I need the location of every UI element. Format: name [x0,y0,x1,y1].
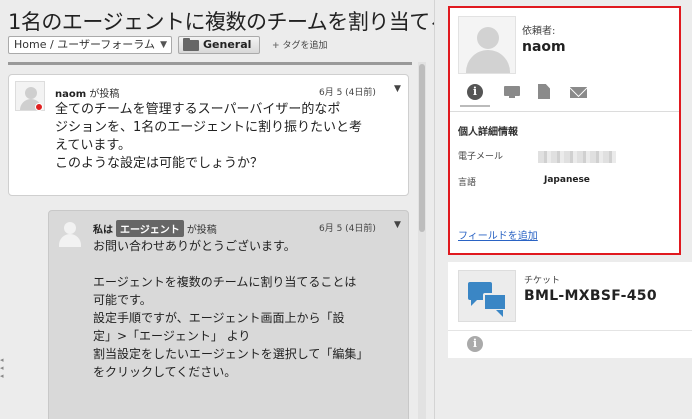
plus-icon: + [272,41,280,51]
post-customer: naom が投稿 6月 5 (4日前) ▼ 全てのチームを管理するスーパーバイザ… [8,74,409,196]
post-action: が投稿 [89,89,120,100]
avatar [55,217,85,247]
requester-card: 依頼者: naom i 個人詳細情報 電子メール 言語 Japanese フィー… [448,6,681,255]
post-agent: 私は エージェント が投稿 6月 5 (4日前) ▼ お問い合わせありがとうございま… [48,210,409,419]
post-line: このような設定は可能でしょうか？ [55,156,264,171]
active-tab-indicator [460,105,490,107]
post-line: お問い合わせありがとうございます。 [93,239,296,253]
requester-name[interactable]: naom [522,39,566,55]
language-label: 言語 [458,178,477,188]
add-tag-button[interactable]: + タグを追加 [272,38,328,51]
add-tag-label: タグを追加 [282,41,328,51]
ticket-card: チケット BML-MXBSF-450 i [448,262,692,358]
divider [448,330,692,331]
post-line [93,255,368,273]
conversation-pane: 1名のエージェントに複数のチームを割り当てる... Home / ユーザーフォー… [0,0,434,419]
info-icon[interactable]: i [467,84,483,100]
ticket-id[interactable]: BML-MXBSF-450 [524,288,657,304]
post-line: 定」>「エージェント」 より [93,329,251,343]
requester-label: 依頼者: [522,26,556,37]
requester-avatar [458,16,516,74]
post-author[interactable]: naom [55,89,86,100]
post-line: 設定手順ですが、エージェント画面上から「設 [93,311,345,325]
mail-icon[interactable] [570,87,587,98]
pane-resize-handle-icon[interactable]: ◂ ◂ ◂ [0,356,6,380]
scrollbar-thumb[interactable] [419,64,425,232]
email-value-redacted [538,151,616,163]
breadcrumb-label: Home / ユーザーフォーラム [14,38,155,51]
post-body: お問い合わせありがとうございます。 エージェントを複数のチームに割り当てることは… [93,237,368,381]
forum-tag-label: General [203,38,252,51]
section-title: 個人詳細情報 [458,127,518,138]
post-line: ジションを、1名のエージェントに割り振りたいと考 [55,120,363,135]
breadcrumb-select[interactable]: Home / ユーザーフォーラム ▼ [8,36,172,54]
info-icon[interactable]: i [467,336,483,352]
agent-badge: エージェント [116,220,184,237]
chat-bubbles-icon [458,270,516,322]
post-line: エージェントを複数のチームに割り当てることは [93,275,357,289]
language-value: Japanese [544,175,590,185]
post-date: 6月 5 (4日前) [319,88,376,98]
status-dot-icon [35,103,43,111]
post-line: 割当設定をしたいエージェントを選択して「編集」 [93,347,369,361]
post-action: が投稿 [186,225,217,236]
post-line: えています。 [55,138,132,153]
post-line: 可能です。 [93,293,152,307]
post-line: をクリックしてください。 [93,365,237,379]
post-body: 全てのチームを管理するスーパーバイザー的なポ ジションを、1名のエージェントに割… [55,101,362,173]
monitor-icon[interactable] [504,86,520,98]
post-line: 全てのチームを管理するスーパーバイザー的なポ [55,102,341,117]
page-title: 1名のエージェントに複数のチームを割り当てる... [8,10,434,34]
folder-icon [183,38,199,51]
post-menu-chevron-icon[interactable]: ▼ [394,84,401,94]
post-author-prefix: 私は [93,225,113,236]
divider [8,62,412,65]
add-field-link[interactable]: フィールドを追加 [458,227,538,242]
chevron-down-icon: ▼ [160,40,167,50]
post-date: 6月 5 (4日前) [319,224,376,234]
post-menu-chevron-icon[interactable]: ▼ [394,220,401,230]
forum-tag-button[interactable]: General [178,36,260,54]
email-label: 電子メール [458,152,504,162]
post-header: 私は エージェント が投稿 [93,220,217,237]
post-header: naom が投稿 [55,85,119,100]
document-icon[interactable] [538,84,550,99]
scrollbar[interactable] [418,62,426,419]
ticket-label: チケット [524,276,561,286]
divider [450,111,679,112]
